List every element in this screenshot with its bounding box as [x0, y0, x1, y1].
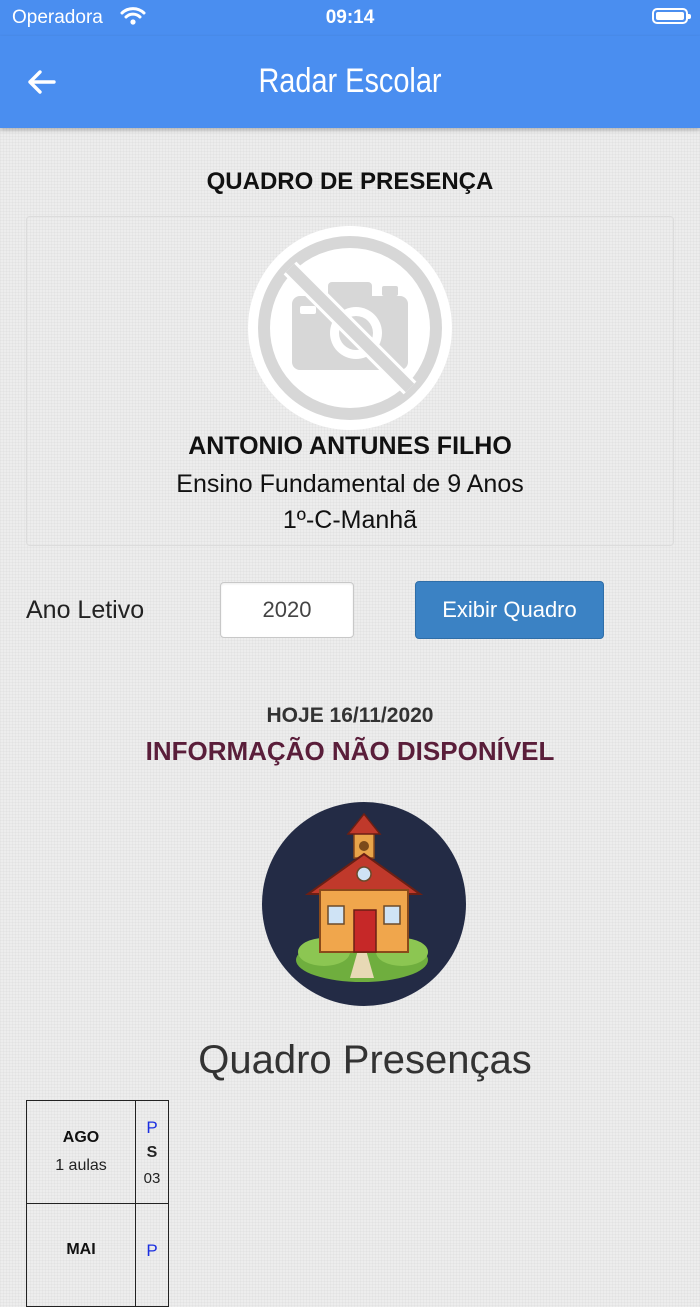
show-board-button[interactable]: Exibir Quadro [415, 581, 604, 639]
month-label: AGO [62, 1129, 100, 1146]
status-time: 09:14 [325, 7, 375, 28]
today-date: HOJE 16/11/2020 [266, 704, 434, 727]
day-number: 03 [143, 1169, 161, 1187]
student-name: ANTONIO ANTUNES FILHO [188, 432, 512, 460]
navigation-bar: Radar Escolar [0, 36, 700, 128]
year-label: Ano Letivo [26, 596, 145, 624]
app-title: Radar Escolar [258, 62, 442, 100]
attendance-table: AGO 1 aulas P S 03 MAI P [26, 1100, 169, 1307]
school-icon [262, 802, 466, 1006]
presence-mark: P [146, 1117, 158, 1137]
attendance-board-title: Quadro Presenças [198, 1038, 532, 1082]
month-cell: MAI [26, 1203, 136, 1307]
status-bar: Operadora 09:14 [0, 0, 700, 36]
table-row: MAI P [26, 1203, 169, 1307]
student-course: Ensino Fundamental de 9 Anos [176, 470, 524, 498]
year-input[interactable] [220, 582, 354, 638]
battery-icon [652, 8, 691, 24]
student-class: 1º-C-Manhã [282, 506, 418, 534]
month-cell: AGO 1 aulas [26, 1100, 136, 1204]
unavailable-message: INFORMAÇÃO NÃO DISPONÍVEL [145, 736, 555, 766]
page-title: QUADRO DE PRESENÇA [206, 168, 494, 195]
classes-count: 1 aulas [55, 1157, 107, 1174]
weekday-label: S [146, 1143, 158, 1161]
no-photo-icon [248, 226, 452, 430]
presence-mark: P [146, 1241, 158, 1260]
table-row: AGO 1 aulas P S 03 [26, 1100, 169, 1204]
day-cell: P S 03 [135, 1100, 169, 1204]
day-cell: P [135, 1203, 169, 1307]
